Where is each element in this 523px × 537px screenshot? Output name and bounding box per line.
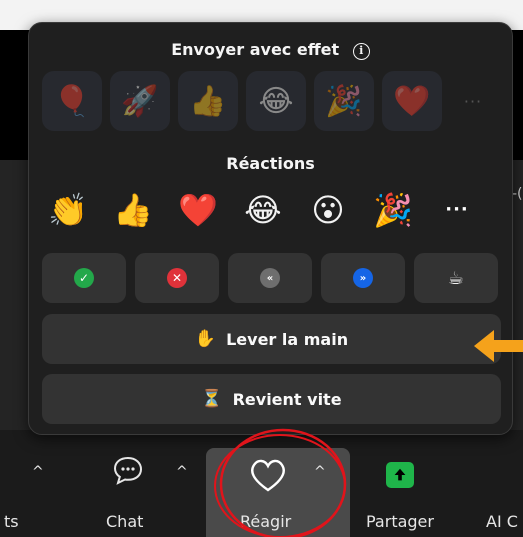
reactions-more-button[interactable]: ··· <box>437 189 477 231</box>
chat-icon[interactable] <box>108 452 148 492</box>
effect-balloon[interactable]: 🎈 <box>42 71 102 131</box>
share-screen-icon[interactable] <box>386 462 414 488</box>
effect-heart[interactable]: ❤️ <box>382 71 442 131</box>
chevron-up-icon[interactable]: ^ <box>176 464 188 480</box>
share-label[interactable]: Partager <box>366 512 434 531</box>
effects-row: 🎈 🚀 👍 😂 🎉 ❤️ ··· <box>42 71 496 131</box>
effect-thumbs-up[interactable]: 👍 <box>178 71 238 131</box>
faster-button[interactable]: » <box>321 253 405 303</box>
effect-laugh[interactable]: 😂 <box>246 71 306 131</box>
effects-header: Envoyer avec effet i <box>29 40 512 60</box>
coffee-button[interactable]: ☕ <box>414 253 498 303</box>
reaction-heart[interactable]: ❤️ <box>177 189 219 231</box>
annotation-arrow <box>474 330 523 362</box>
reaction-laugh[interactable]: 😂 <box>242 189 284 231</box>
effects-title: Envoyer avec effet <box>171 40 340 59</box>
reaction-clap[interactable]: 👏 <box>47 189 89 231</box>
no-button[interactable]: ✕ <box>135 253 219 303</box>
ai-companion-partial-label[interactable]: AI C <box>486 512 518 531</box>
be-right-back-button[interactable]: ⏳ Revient vite <box>42 374 501 424</box>
info-icon[interactable]: i <box>352 43 370 60</box>
raised-hand-icon: ✋ <box>194 329 217 349</box>
yes-button[interactable]: ✓ <box>42 253 126 303</box>
reactions-row: 👏 👍 ❤️ 😂 😮 🎉 ··· <box>47 189 477 231</box>
edge-partial-text: -( <box>512 186 523 202</box>
chat-label[interactable]: Chat <box>106 512 143 531</box>
chevron-up-icon[interactable]: ^ <box>32 464 44 480</box>
nonverbal-feedback-row: ✓ ✕ « » ☕ <box>42 253 498 303</box>
raise-hand-label: Lever la main <box>226 329 349 349</box>
cross-icon: ✕ <box>167 268 187 288</box>
coffee-icon: ☕ <box>447 267 465 289</box>
reactions-title: Réactions <box>226 154 315 173</box>
be-right-back-label: Revient vite <box>232 389 342 409</box>
slower-button[interactable]: « <box>228 253 312 303</box>
raise-hand-button[interactable]: ✋ Lever la main <box>42 314 501 364</box>
reaction-thumbs-up[interactable]: 👍 <box>112 189 154 231</box>
effect-rocket[interactable]: 🚀 <box>110 71 170 131</box>
reactions-popup: Envoyer avec effet i 🎈 🚀 👍 😂 🎉 ❤️ ··· Ré… <box>28 22 513 435</box>
toolbar-partial-left[interactable]: ts <box>4 512 19 531</box>
check-icon: ✓ <box>74 268 94 288</box>
effects-more-button[interactable]: ··· <box>450 71 496 131</box>
effect-party[interactable]: 🎉 <box>314 71 374 131</box>
hourglass-icon: ⏳ <box>201 389 223 409</box>
reaction-party[interactable]: 🎉 <box>372 189 414 231</box>
annotation-circle <box>214 428 347 537</box>
fast-forward-icon: » <box>353 268 373 288</box>
rewind-icon: « <box>260 268 280 288</box>
reaction-surprised[interactable]: 😮 <box>307 189 349 231</box>
